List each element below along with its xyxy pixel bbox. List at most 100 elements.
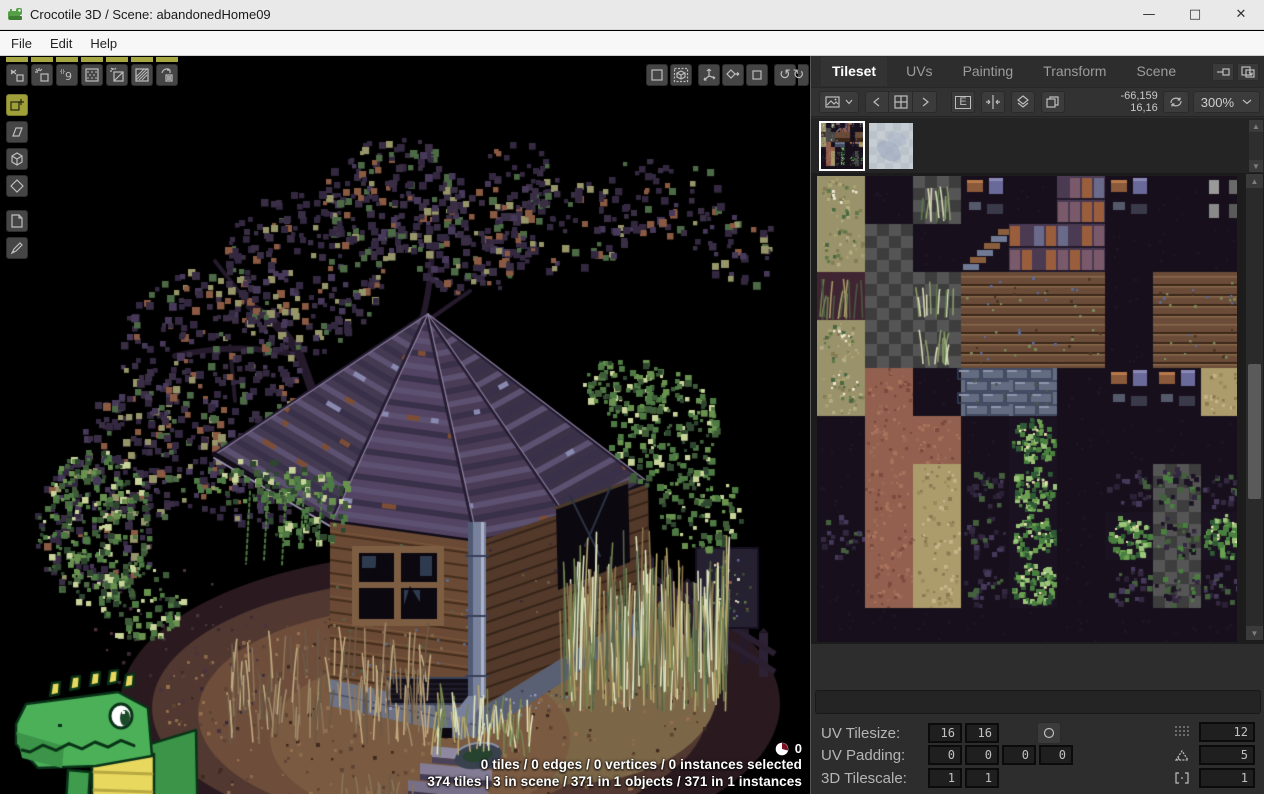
tool-strip [156,57,178,62]
sync-button[interactable] [1163,91,1189,113]
uv-padding-3-input[interactable] [1002,745,1036,765]
grid-size-input[interactable] [1199,722,1255,742]
minimize-button[interactable]: — [1126,0,1172,30]
titlebar: Crocotile 3D / Scene: abandonedHome09 — … [0,0,1264,30]
tileset-vscrollbar[interactable]: ▲ ▼ [1246,174,1263,640]
scale-tool-button[interactable] [746,64,768,86]
svg-text:9: 9 [65,70,72,83]
tool-strip [131,57,153,62]
snap-vertex-button[interactable] [6,64,28,86]
duplicate-tile-button[interactable] [1041,91,1065,113]
highlight-tile-button[interactable] [31,64,53,86]
maximize-button[interactable]: □ [1172,0,1218,30]
menubar: File Edit Help [0,31,1264,56]
menu-help[interactable]: Help [81,33,126,54]
tile-grid-button[interactable] [889,91,913,113]
scroll-up-arrow[interactable]: ▲ [1249,120,1263,132]
crocotile-logo-icon [7,6,24,23]
mode-page-button[interactable] [6,210,28,232]
viewport-status: 0 0 tiles / 0 edges / 0 vertices / 0 ins… [427,741,802,790]
uv-padding-1-input[interactable] [928,745,962,765]
tileset-view: ▲ ▼ ◀ ▶ R [811,174,1264,644]
grid-dots-icon [1173,725,1191,739]
tilescale-x-input[interactable] [928,768,962,788]
dock-panel-button[interactable] [1212,63,1234,81]
dither-pattern-button[interactable] [81,64,103,86]
tileset-canvas[interactable] [817,176,1237,642]
tab-transform[interactable]: Transform [1032,57,1117,86]
zoom-value: 300% [1201,95,1234,110]
next-tileset-button[interactable] [913,91,937,113]
uv-settings: UV Tilesize: UV Padding: 3D Tilescale: [811,716,1264,794]
uv-tilesize-x-input[interactable] [928,723,962,743]
tab-tileset[interactable]: Tileset [821,57,887,86]
mirror-button[interactable] [981,91,1005,113]
mode-prefab-button[interactable] [6,175,28,197]
vscroll-thumb[interactable] [1248,364,1261,499]
chevron-down-icon [1242,99,1252,105]
scroll-down-arrow[interactable]: ▼ [1249,160,1263,172]
angle-icon [1173,748,1191,762]
uv-padding-4-input[interactable] [1039,745,1073,765]
spacing-input[interactable] [1199,768,1255,788]
tool-strip [56,57,78,62]
tile-number-button[interactable]: 9 [56,64,78,86]
translate-tool-button[interactable] [698,64,720,86]
close-button[interactable]: ✕ [1218,0,1264,30]
panel-tabs: Tileset UVs Painting Transform Scene [811,56,1264,87]
tool-strip [106,57,128,62]
uv-tilesize-label: UV Tilesize: [821,725,925,742]
crocotile-window: Crocotile 3D / Scene: abandonedHome09 — … [0,0,1264,794]
shade-tile-button[interactable] [131,64,153,86]
vertex-translate-button[interactable] [722,64,744,86]
mode-draw-button[interactable] [6,237,28,259]
layers-diamond-button[interactable] [1011,91,1035,113]
zoom-select[interactable]: 300% [1193,91,1260,113]
scroll-up-arrow[interactable]: ▲ [1246,174,1263,188]
scene-canvas[interactable] [0,56,810,794]
window-controls: — □ ✕ [1126,0,1264,30]
menu-edit[interactable]: Edit [41,33,81,54]
tilescale-y-input[interactable] [965,768,999,788]
cube-select-button[interactable] [670,64,692,86]
right-panel: Tileset UVs Painting Transform Scene [810,56,1264,794]
menu-file[interactable]: File [2,33,41,54]
rotate-cw-button[interactable]: ↻ [798,64,809,86]
mode-face-button[interactable] [6,121,28,143]
light-tile-button[interactable] [106,64,128,86]
brackets-icon [1173,771,1191,785]
uv-link-button[interactable] [1037,722,1061,744]
tool-strip [81,57,103,62]
mode-block-button[interactable] [6,148,28,170]
uv-tilesize-y-input[interactable] [965,723,999,743]
thumbnail-scrollbar[interactable]: ▲ ▼ [1249,120,1263,172]
cursor-coords: -66,159 16,16 [1120,90,1157,114]
chevron-down-icon [845,99,853,105]
collapsed-section[interactable] [815,690,1261,714]
tab-uvs[interactable]: UVs [895,57,943,86]
prev-tileset-button[interactable] [865,91,889,113]
selection-status: 0 tiles / 0 edges / 0 vertices / 0 insta… [427,756,802,773]
tileset-image-dropdown[interactable] [819,91,859,113]
tool-strip [31,57,53,62]
window-title: Crocotile 3D / Scene: abandonedHome09 [30,7,271,22]
edit-tileset-button[interactable]: E [951,91,975,113]
tileset-thumbnail-2[interactable] [869,123,913,169]
tileset-toolbar: E -66,159 16,16 300% [811,87,1264,117]
uv-padding-2-input[interactable] [965,745,999,765]
tilescale-label: 3D Tilescale: [821,770,925,787]
tileset-thumbnails: ▲ ▼ [811,118,1264,174]
marquee-select-button[interactable] [646,64,668,86]
tileset-thumbnail-selected[interactable] [819,121,865,171]
popout-panel-button[interactable] [1237,63,1259,81]
scroll-down-arrow[interactable]: ▼ [1246,626,1263,640]
mode-tile-button[interactable] [6,94,28,116]
clock-count: 0 [795,741,802,756]
uv-padding-label: UV Padding: [821,747,925,764]
tab-scene[interactable]: Scene [1125,57,1187,86]
angle-snap-input[interactable] [1199,745,1255,765]
tool-strip [6,57,28,62]
tab-painting[interactable]: Painting [952,57,1025,86]
rotate-tile-button[interactable] [156,64,178,86]
viewport-3d[interactable]: 9 [0,56,810,794]
